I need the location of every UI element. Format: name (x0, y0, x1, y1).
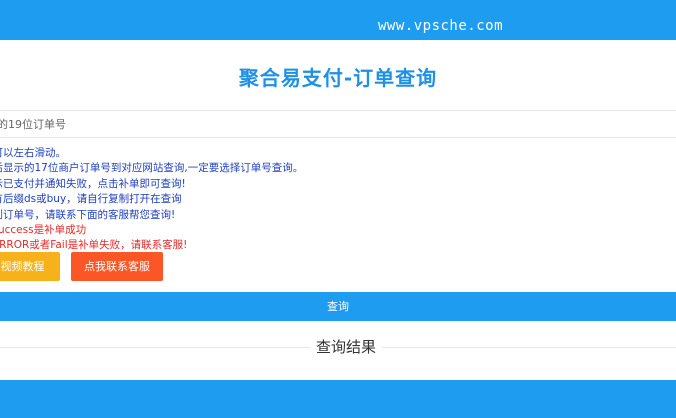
site-watermark: www.vpsche.com (378, 18, 504, 34)
note-item: 不到订单号，请联系下面的客服帮您查询! (0, 208, 176, 221)
query-button[interactable]: 查询 (0, 292, 676, 321)
note-item: 显示已支付并通知失败，点击补单即可查询! (0, 177, 186, 190)
result-title: 查询结果 (310, 336, 383, 357)
instruction-notes: 户可以左右滑动。 询后显示的17位商户订单号到对应网站查询,一定要选择订单号查询… (0, 146, 303, 254)
page-title: 聚合易支付-订单查询 (238, 66, 438, 90)
note-item: 询后显示的17位商户订单号到对应网站查询,一定要选择订单号查询。 (0, 162, 304, 175)
video-tutorial-button[interactable]: 单视频教程 (0, 252, 60, 281)
contact-service-button[interactable]: 点我联系客服 (71, 252, 163, 281)
order-number-input[interactable] (0, 110, 676, 138)
note-item: 户可以左右滑动。 (0, 147, 66, 159)
order-query-card: 聚合易支付-订单查询 户可以左右滑动。 询后显示的17位商户订单号到对应网站查询… (0, 40, 676, 380)
note-item: 站有后缀ds或buy，请自行复制打开在查询 (0, 193, 182, 206)
note-item-success: 示success是补单成功 (0, 224, 87, 237)
